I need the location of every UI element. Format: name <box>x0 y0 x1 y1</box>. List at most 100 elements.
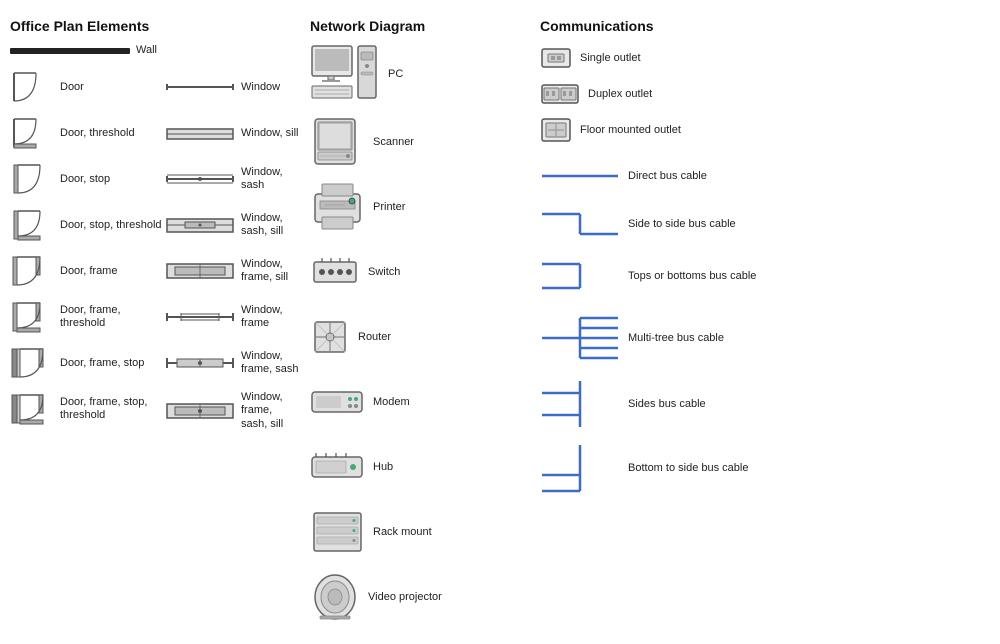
printer-icon <box>310 179 365 234</box>
item-label: PC <box>388 68 403 80</box>
comms-title: Communications <box>540 18 790 34</box>
windows-column: Window Window, sill <box>165 69 300 441</box>
list-item: Scanner <box>310 114 520 169</box>
item-label: Multi-tree bus cable <box>628 332 724 344</box>
item-label: Sides bus cable <box>628 398 706 410</box>
network-title: Network Diagram <box>310 18 520 34</box>
item-label: Router <box>358 331 391 343</box>
list-item: Printer <box>310 179 520 234</box>
main-page: Office Plan Elements Wall Doo <box>0 0 1000 644</box>
item-label: Door <box>60 81 84 94</box>
sides-bus-cable-icon <box>540 379 620 429</box>
list-item: Modem <box>310 374 520 429</box>
door-frame-threshold-icon <box>10 299 54 335</box>
item-label: Direct bus cable <box>628 170 707 182</box>
office-title: Office Plan Elements <box>10 18 300 34</box>
list-item: Window, frame, sill <box>165 253 300 289</box>
wall-label: Wall <box>136 44 157 57</box>
list-item: Window, sash <box>165 161 300 197</box>
switch-icon <box>310 252 360 292</box>
video-projector-icon <box>310 572 360 622</box>
item-label: Tops or bottoms bus cable <box>628 270 756 282</box>
doors-column: Door Door, threshold <box>10 69 165 441</box>
router-icon <box>310 317 350 357</box>
item-label: Scanner <box>373 136 414 148</box>
item-label: Single outlet <box>580 52 641 64</box>
item-label: Window, frame, sill <box>241 258 300 284</box>
comms-column: Communications Single outlet <box>520 18 790 634</box>
list-item: Hub <box>310 439 520 494</box>
list-item: Bottom to side bus cable <box>540 443 790 493</box>
list-item: Window, sill <box>165 115 300 151</box>
item-label: Printer <box>373 201 405 213</box>
item-label: Rack mount <box>373 526 432 538</box>
office-column: Office Plan Elements Wall Doo <box>10 18 300 634</box>
floor-mounted-outlet-icon <box>540 117 572 143</box>
item-label: Door, frame, threshold <box>60 304 165 330</box>
window-frame-sash-icon <box>165 353 235 373</box>
item-label: Door, stop, threshold <box>60 219 162 232</box>
list-item: Window, sash, sill <box>165 207 300 243</box>
list-item: Direct bus cable <box>540 160 790 192</box>
list-item: Window, frame <box>165 299 300 335</box>
list-item: Door, frame, stop <box>10 345 165 381</box>
list-item: Window, frame, sash <box>165 345 300 381</box>
list-item: Sides bus cable <box>540 379 790 429</box>
wall-icon <box>10 48 130 54</box>
hub-icon <box>310 451 365 483</box>
multi-tree-bus-cable-icon <box>540 310 620 365</box>
tops-bottoms-bus-cable-icon <box>540 256 620 296</box>
door-icon <box>10 69 54 105</box>
item-label: Door, frame <box>60 265 117 278</box>
door-stop-icon <box>10 161 54 197</box>
item-label: Modem <box>373 396 410 408</box>
list-item: Door, frame, threshold <box>10 299 165 335</box>
list-item: Multi-tree bus cable <box>540 310 790 365</box>
item-label: Door, stop <box>60 173 110 186</box>
door-frame-stop-icon <box>10 345 54 381</box>
list-item: Floor mounted outlet <box>540 116 790 144</box>
list-item: Tops or bottoms bus cable <box>540 256 790 296</box>
list-item: Single outlet <box>540 44 790 72</box>
scanner-icon <box>310 114 365 169</box>
item-label: Window, sash <box>241 166 300 192</box>
door-frame-icon <box>10 253 54 289</box>
list-item: Window, frame, sash, sill <box>165 391 300 431</box>
item-label: Window, sill <box>241 127 298 140</box>
door-stop-threshold-icon <box>10 207 54 243</box>
list-item: Duplex outlet <box>540 80 790 108</box>
item-label: Window, frame, sash <box>241 350 300 376</box>
item-label: Window, frame <box>241 304 300 330</box>
list-item: Window <box>165 69 300 105</box>
window-frame-sill-icon <box>165 260 235 282</box>
list-item: Door, stop <box>10 161 165 197</box>
item-label: Window <box>241 81 280 94</box>
list-item: Router <box>310 309 520 364</box>
pc-icon <box>310 44 380 104</box>
list-item: Door <box>10 69 165 105</box>
item-label: Door, frame, stop, threshold <box>60 396 165 422</box>
list-item: PC <box>310 44 520 104</box>
modem-icon <box>310 386 365 418</box>
list-item: Switch <box>310 244 520 299</box>
item-label: Duplex outlet <box>588 88 652 100</box>
single-outlet-icon <box>540 45 572 71</box>
item-label: Window, sash, sill <box>241 212 300 238</box>
wall-row: Wall <box>10 44 300 57</box>
door-threshold-icon <box>10 115 54 151</box>
item-label: Door, frame, stop <box>60 357 144 370</box>
list-item: Door, frame, stop, threshold <box>10 391 165 427</box>
office-section: Door Door, threshold <box>10 69 300 441</box>
item-label: Hub <box>373 461 393 473</box>
list-item: Door, frame <box>10 253 165 289</box>
list-item: Door, stop, threshold <box>10 207 165 243</box>
window-icon <box>165 78 235 96</box>
list-item: Door, threshold <box>10 115 165 151</box>
direct-bus-cable-icon <box>540 167 620 185</box>
item-label: Bottom to side bus cable <box>628 462 748 474</box>
door-frame-stop-threshold-icon <box>10 391 54 427</box>
list-item: Side to side bus cable <box>540 206 790 242</box>
window-frame-sash-sill-icon <box>165 400 235 422</box>
list-item: Rack mount <box>310 504 520 559</box>
window-sash-icon <box>165 170 235 188</box>
